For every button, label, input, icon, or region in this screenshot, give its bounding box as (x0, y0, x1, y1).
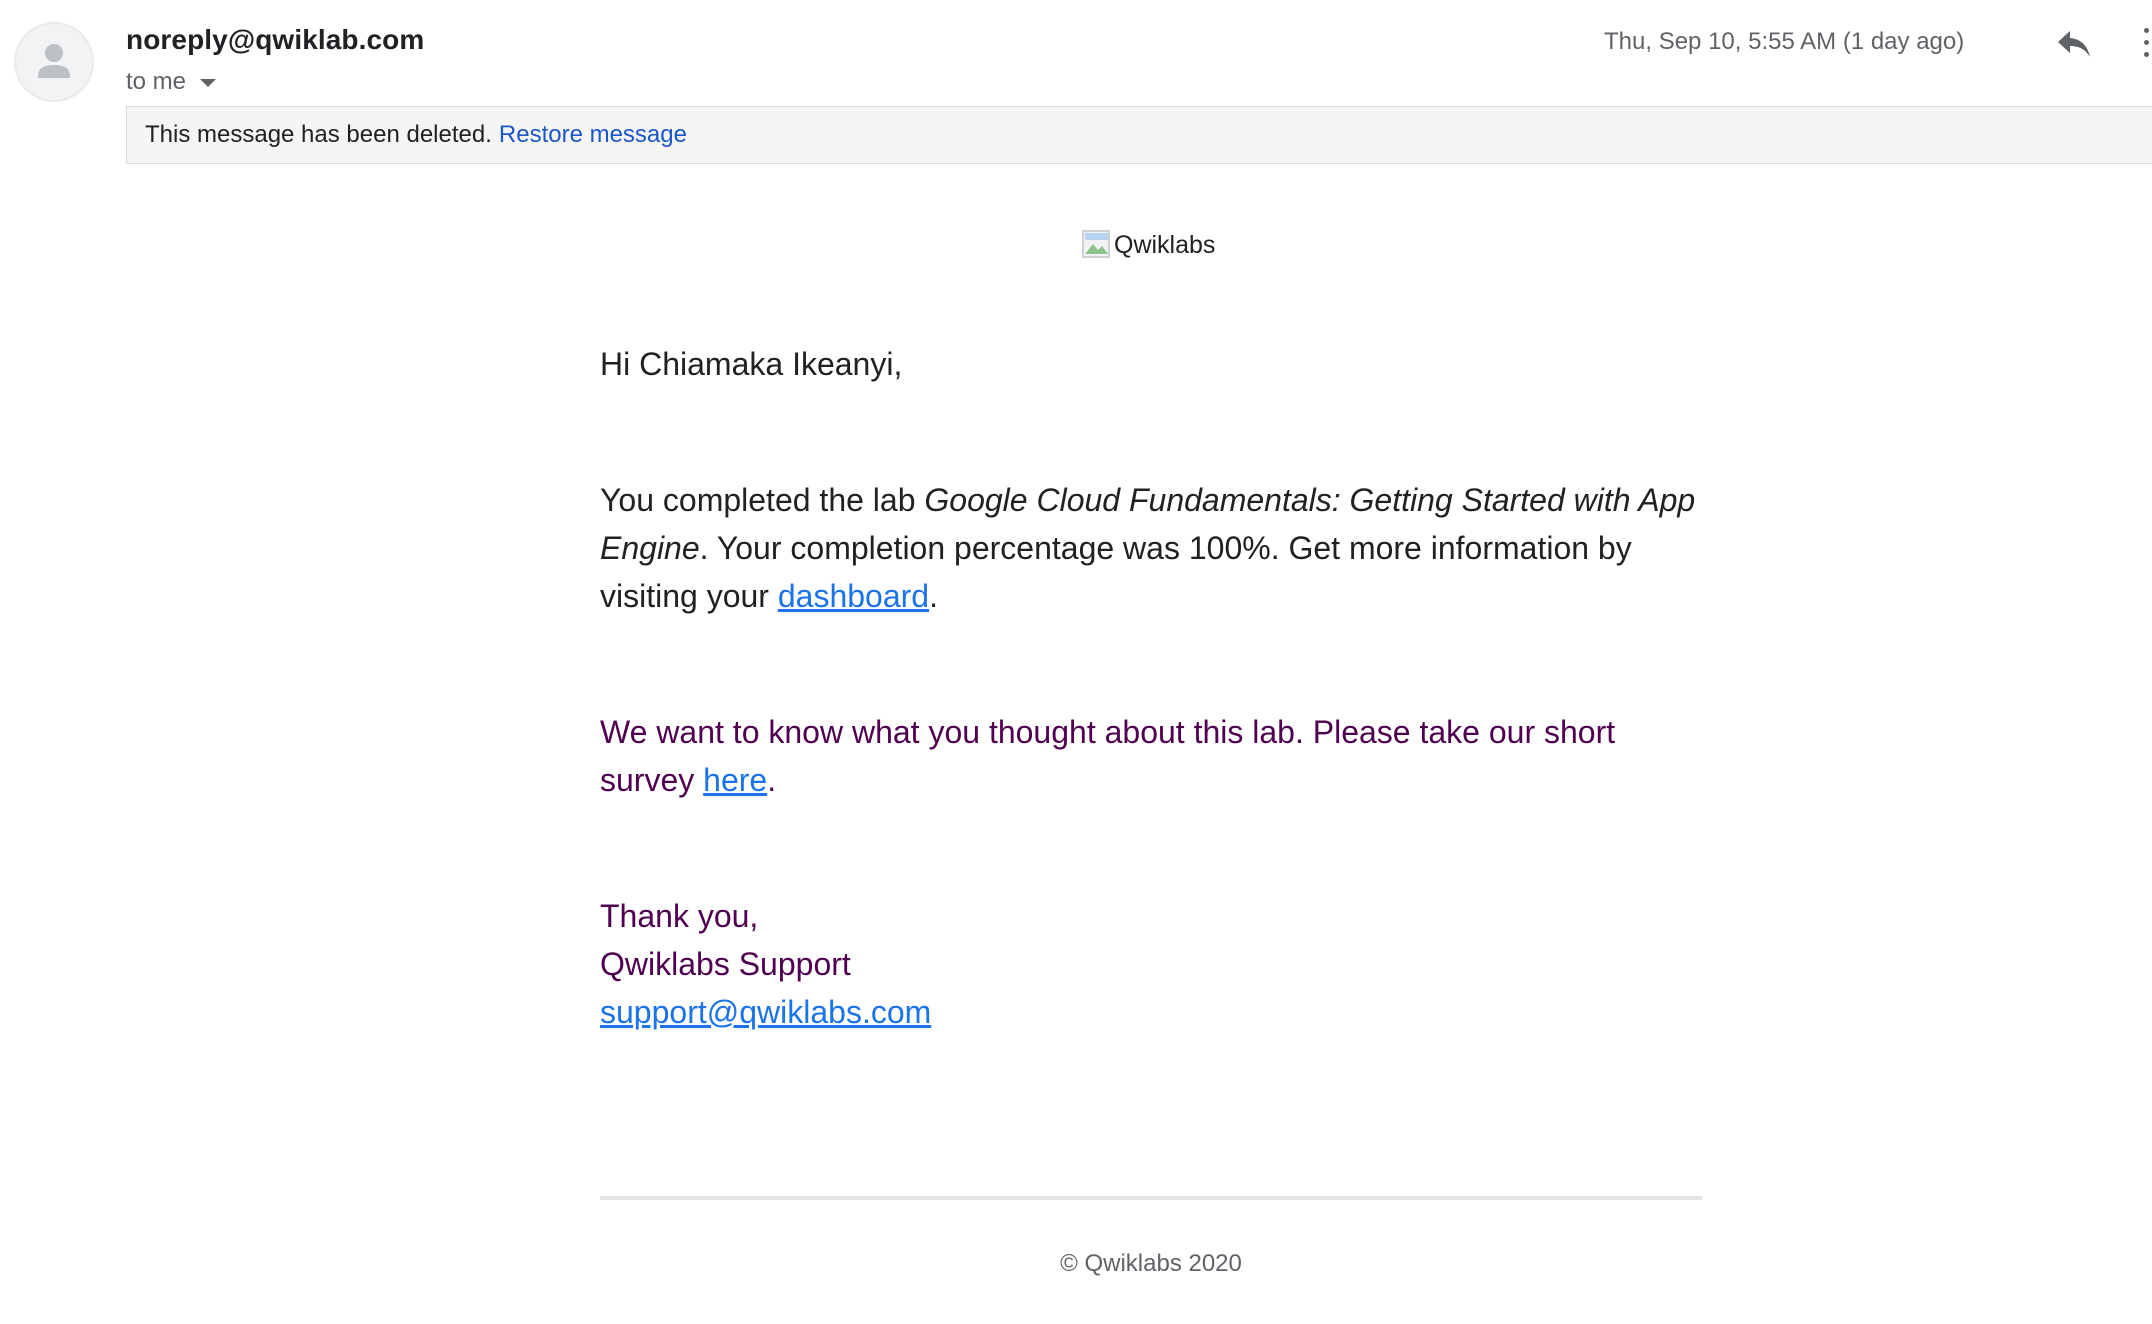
deleted-message-banner: This message has been deleted. Restore m… (126, 106, 2152, 164)
more-vert-icon-dot (2144, 40, 2149, 45)
completion-prefix: You completed the lab (600, 482, 925, 518)
greeting-text: Hi Chiamaka Ikeanyi, (600, 346, 903, 382)
reply-button[interactable] (2052, 22, 2096, 66)
copyright-text: © Qwiklabs 2020 (1060, 1250, 1242, 1277)
survey-paragraph: We want to know what you thought about t… (600, 708, 1702, 804)
default-avatar-icon (38, 44, 70, 78)
completion-middle: . Your completion percentage was 100%. G… (600, 530, 1632, 614)
qwiklabs-logo-image: Qwiklabs (1082, 230, 1215, 260)
deleted-notice-text: This message has been deleted. (145, 121, 492, 148)
signoff-thanks: Thank you, (600, 898, 759, 934)
more-options-button[interactable] (2134, 22, 2152, 66)
restore-message-link[interactable]: Restore message (499, 121, 687, 149)
email-body: Hi Chiamaka Ikeanyi, You completed the l… (600, 340, 1702, 1036)
signoff-team: Qwiklabs Support (600, 946, 851, 982)
support-email-link[interactable]: support@qwiklabs.com (600, 994, 931, 1030)
chevron-down-icon (200, 79, 217, 87)
more-vert-icon-dot (2144, 52, 2149, 57)
logo-alt-text: Qwiklabs (1114, 230, 1216, 259)
more-vert-icon (2144, 28, 2149, 33)
sender-address: noreply@qwiklab.com (126, 24, 425, 55)
dashboard-link[interactable]: dashboard (778, 578, 929, 614)
sender-avatar[interactable] (14, 22, 94, 102)
recipient-details-toggle[interactable]: to me (126, 68, 217, 96)
broken-image-icon (1082, 230, 1112, 260)
completion-suffix: . (929, 578, 938, 614)
survey-link[interactable]: here (703, 762, 767, 798)
reply-icon (2058, 31, 2090, 57)
completion-paragraph: You completed the lab Google Cloud Funda… (600, 476, 1702, 620)
signoff-block: Thank you, Qwiklabs Support support@qwik… (600, 892, 1702, 1036)
recipient-label: to me (126, 68, 187, 95)
footer-divider (600, 1196, 1702, 1200)
message-date: Thu, Sep 10, 5:55 AM (1 day ago) (1604, 28, 1965, 55)
survey-suffix: . (767, 762, 777, 798)
email-view: noreply@qwiklab.com to me Thu, Sep 10, 5… (0, 0, 2152, 1324)
